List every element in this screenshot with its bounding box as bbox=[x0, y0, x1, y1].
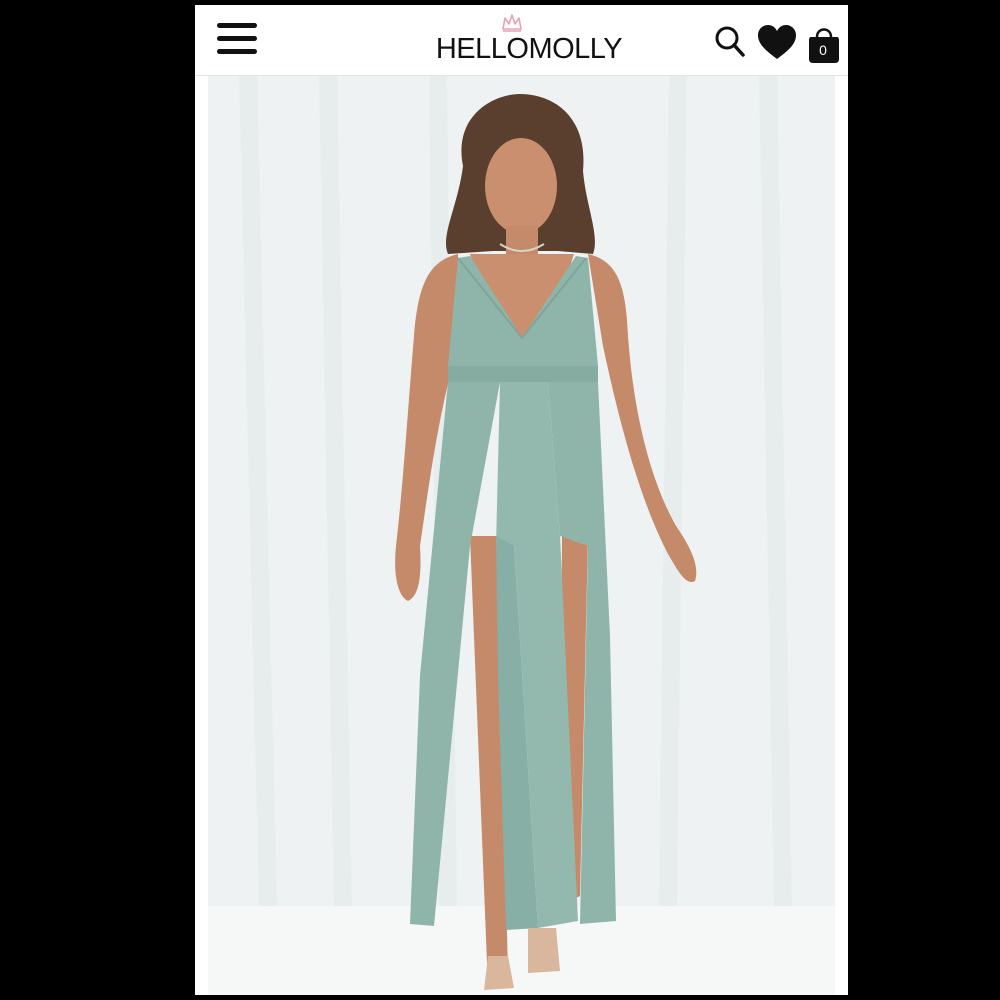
bag-count-badge: 0 bbox=[819, 42, 827, 58]
crown-icon bbox=[502, 14, 522, 32]
hamburger-menu-icon-bar bbox=[217, 49, 257, 54]
heart-icon bbox=[758, 25, 796, 59]
wishlist-button[interactable] bbox=[755, 23, 799, 63]
site-header: HELLOMOLLY 0 bbox=[195, 5, 848, 76]
product-photo[interactable] bbox=[208, 76, 835, 995]
search-button[interactable] bbox=[711, 23, 751, 63]
hamburger-menu-icon-bar bbox=[217, 36, 257, 41]
search-icon bbox=[715, 26, 745, 57]
brand-logo[interactable]: HELLOMOLLY bbox=[431, 13, 627, 69]
product-photo-illustration bbox=[208, 76, 835, 995]
app-screen: HELLOMOLLY 0 bbox=[195, 5, 848, 995]
logo-wordmark: HELLOMOLLY bbox=[435, 33, 623, 65]
shopping-bag-button[interactable]: 0 bbox=[807, 21, 841, 67]
hamburger-menu-icon-bar bbox=[217, 23, 257, 28]
hamburger-menu-button[interactable] bbox=[217, 23, 259, 57]
